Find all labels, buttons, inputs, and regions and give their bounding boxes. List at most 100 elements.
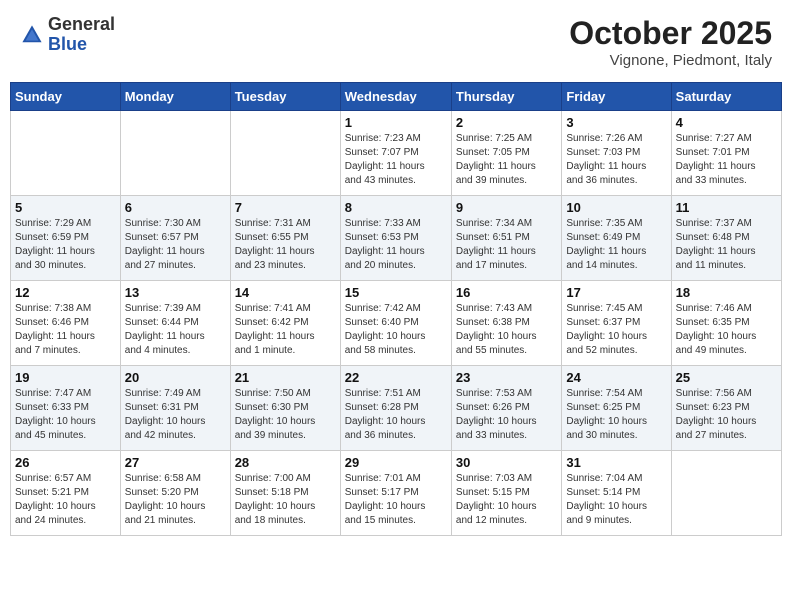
day-info: Sunrise: 7:26 AM Sunset: 7:03 PM Dayligh… <box>566 132 666 188</box>
calendar-cell: 8Sunrise: 7:33 AM Sunset: 6:53 PM Daylig… <box>340 196 451 281</box>
calendar-cell: 20 Sunrise: 7:49 AM Sunset: 6:31 PM Dayli… <box>120 366 230 451</box>
day-number: 12 <box>15 285 116 300</box>
day-number: 13 <box>125 285 226 300</box>
day-number: 24 <box>566 370 666 385</box>
calendar-cell <box>671 451 781 536</box>
calendar-cell <box>120 111 230 196</box>
day-info: Sunrise: 7:45 AM Sunset: 6:37 PM Dayligh… <box>566 302 666 358</box>
day-number: 7 <box>235 200 336 215</box>
calendar-cell: 10 Sunrise: 7:35 AM Sunset: 6:49 PM Dayli… <box>562 196 671 281</box>
day-info: Sunrise: 7:00 AM Sunset: 5:18 PM Dayligh… <box>235 472 336 528</box>
calendar-cell: 11Sunrise: 7:37 AM Sunset: 6:48 PM Dayli… <box>671 196 781 281</box>
day-info: Sunrise: 7:25 AM Sunset: 7:05 PM Dayligh… <box>456 132 557 188</box>
day-info: Sunrise: 7:51 AM Sunset: 6:28 PM Dayligh… <box>345 387 447 443</box>
day-info: Sunrise: 6:58 AM Sunset: 5:20 PM Dayligh… <box>125 472 226 528</box>
calendar-cell: 27Sunrise: 6:58 AM Sunset: 5:20 PM Dayli… <box>120 451 230 536</box>
day-info: Sunrise: 7:41 AM Sunset: 6:42 PM Dayligh… <box>235 302 336 358</box>
day-number: 16 <box>456 285 557 300</box>
calendar-cell: 4 Sunrise: 7:27 AM Sunset: 7:01 PM Daylig… <box>671 111 781 196</box>
logo: General Blue <box>20 15 115 55</box>
day-info: Sunrise: 7:56 AM Sunset: 6:23 PM Dayligh… <box>676 387 777 443</box>
calendar-cell: 18 Sunrise: 7:46 AM Sunset: 6:35 PM Dayli… <box>671 281 781 366</box>
calendar-cell: 28 Sunrise: 7:00 AM Sunset: 5:18 PM Dayli… <box>230 451 340 536</box>
calendar-cell: 1 Sunrise: 7:23 AM Sunset: 7:07 PM Daylig… <box>340 111 451 196</box>
calendar-week-row: 5 Sunrise: 7:29 AM Sunset: 6:59 PM Daylig… <box>11 196 782 281</box>
calendar-cell: 23 Sunrise: 7:53 AM Sunset: 6:26 PM Dayli… <box>451 366 561 451</box>
day-info: Sunrise: 7:42 AM Sunset: 6:40 PM Dayligh… <box>345 302 447 358</box>
calendar-week-row: 12 Sunrise: 7:38 AM Sunset: 6:46 PM Dayli… <box>11 281 782 366</box>
calendar-cell: 30 Sunrise: 7:03 AM Sunset: 5:15 PM Dayli… <box>451 451 561 536</box>
day-number: 5 <box>15 200 116 215</box>
day-number: 4 <box>676 115 777 130</box>
day-number: 31 <box>566 455 666 470</box>
page-header: General Blue October 2025 Vignone, Piedm… <box>10 10 782 74</box>
calendar-cell: 15 Sunrise: 7:42 AM Sunset: 6:40 PM Dayli… <box>340 281 451 366</box>
day-info: Sunrise: 6:57 AM Sunset: 5:21 PM Dayligh… <box>15 472 116 528</box>
day-number: 15 <box>345 285 447 300</box>
calendar-cell: 25 Sunrise: 7:56 AM Sunset: 6:23 PM Dayli… <box>671 366 781 451</box>
day-info: Sunrise: 7:49 AM Sunset: 6:31 PM Dayligh… <box>125 387 226 443</box>
weekday-header: Friday <box>562 83 671 111</box>
day-info: Sunrise: 7:03 AM Sunset: 5:15 PM Dayligh… <box>456 472 557 528</box>
day-number: 14 <box>235 285 336 300</box>
day-number: 3 <box>566 115 666 130</box>
calendar-body: 1 Sunrise: 7:23 AM Sunset: 7:07 PM Daylig… <box>11 111 782 536</box>
calendar-header: SundayMondayTuesdayWednesdayThursdayFrid… <box>11 83 782 111</box>
day-info: Sunrise: 7:46 AM Sunset: 6:35 PM Dayligh… <box>676 302 777 358</box>
day-number: 20 <box>125 370 226 385</box>
weekday-header: Saturday <box>671 83 781 111</box>
day-info: Sunrise: 7:38 AM Sunset: 6:46 PM Dayligh… <box>15 302 116 358</box>
weekday-row: SundayMondayTuesdayWednesdayThursdayFrid… <box>11 83 782 111</box>
calendar-week-row: 1 Sunrise: 7:23 AM Sunset: 7:07 PM Daylig… <box>11 111 782 196</box>
day-number: 10 <box>566 200 666 215</box>
day-info: Sunrise: 7:50 AM Sunset: 6:30 PM Dayligh… <box>235 387 336 443</box>
day-info: Sunrise: 7:29 AM Sunset: 6:59 PM Dayligh… <box>15 217 116 273</box>
day-number: 19 <box>15 370 116 385</box>
day-number: 29 <box>345 455 447 470</box>
day-info: Sunrise: 7:31 AM Sunset: 6:55 PM Dayligh… <box>235 217 336 273</box>
month-title: October 2025 <box>569 15 772 52</box>
day-info: Sunrise: 7:30 AM Sunset: 6:57 PM Dayligh… <box>125 217 226 273</box>
day-number: 18 <box>676 285 777 300</box>
day-info: Sunrise: 7:47 AM Sunset: 6:33 PM Dayligh… <box>15 387 116 443</box>
day-number: 6 <box>125 200 226 215</box>
location-subtitle: Vignone, Piedmont, Italy <box>569 52 772 69</box>
weekday-header: Monday <box>120 83 230 111</box>
weekday-header: Tuesday <box>230 83 340 111</box>
day-info: Sunrise: 7:53 AM Sunset: 6:26 PM Dayligh… <box>456 387 557 443</box>
day-number: 26 <box>15 455 116 470</box>
calendar-cell: 13 Sunrise: 7:39 AM Sunset: 6:44 PM Dayli… <box>120 281 230 366</box>
calendar-cell: 17Sunrise: 7:45 AM Sunset: 6:37 PM Dayli… <box>562 281 671 366</box>
calendar-cell: 21 Sunrise: 7:50 AM Sunset: 6:30 PM Dayli… <box>230 366 340 451</box>
logo-general: General <box>48 15 115 35</box>
day-info: Sunrise: 7:04 AM Sunset: 5:14 PM Dayligh… <box>566 472 666 528</box>
day-number: 2 <box>456 115 557 130</box>
day-info: Sunrise: 7:54 AM Sunset: 6:25 PM Dayligh… <box>566 387 666 443</box>
logo-text: General Blue <box>48 15 115 55</box>
calendar-cell: 26 Sunrise: 6:57 AM Sunset: 5:21 PM Dayli… <box>11 451 121 536</box>
day-info: Sunrise: 7:39 AM Sunset: 6:44 PM Dayligh… <box>125 302 226 358</box>
day-info: Sunrise: 7:01 AM Sunset: 5:17 PM Dayligh… <box>345 472 447 528</box>
day-number: 28 <box>235 455 336 470</box>
calendar-cell: 16 Sunrise: 7:43 AM Sunset: 6:38 PM Dayli… <box>451 281 561 366</box>
day-number: 21 <box>235 370 336 385</box>
calendar-cell: 29 Sunrise: 7:01 AM Sunset: 5:17 PM Dayli… <box>340 451 451 536</box>
calendar-cell: 24 Sunrise: 7:54 AM Sunset: 6:25 PM Dayli… <box>562 366 671 451</box>
calendar-cell: 5 Sunrise: 7:29 AM Sunset: 6:59 PM Daylig… <box>11 196 121 281</box>
day-info: Sunrise: 7:43 AM Sunset: 6:38 PM Dayligh… <box>456 302 557 358</box>
day-info: Sunrise: 7:23 AM Sunset: 7:07 PM Dayligh… <box>345 132 447 188</box>
calendar-week-row: 19 Sunrise: 7:47 AM Sunset: 6:33 PM Dayli… <box>11 366 782 451</box>
day-info: Sunrise: 7:27 AM Sunset: 7:01 PM Dayligh… <box>676 132 777 188</box>
calendar-cell: 14 Sunrise: 7:41 AM Sunset: 6:42 PM Dayli… <box>230 281 340 366</box>
calendar-cell: 7 Sunrise: 7:31 AM Sunset: 6:55 PM Daylig… <box>230 196 340 281</box>
calendar-cell: 22Sunrise: 7:51 AM Sunset: 6:28 PM Dayli… <box>340 366 451 451</box>
day-info: Sunrise: 7:35 AM Sunset: 6:49 PM Dayligh… <box>566 217 666 273</box>
day-number: 9 <box>456 200 557 215</box>
day-number: 23 <box>456 370 557 385</box>
day-number: 30 <box>456 455 557 470</box>
day-number: 25 <box>676 370 777 385</box>
day-number: 1 <box>345 115 447 130</box>
logo-blue: Blue <box>48 35 115 55</box>
day-info: Sunrise: 7:34 AM Sunset: 6:51 PM Dayligh… <box>456 217 557 273</box>
calendar-cell: 6 Sunrise: 7:30 AM Sunset: 6:57 PM Daylig… <box>120 196 230 281</box>
